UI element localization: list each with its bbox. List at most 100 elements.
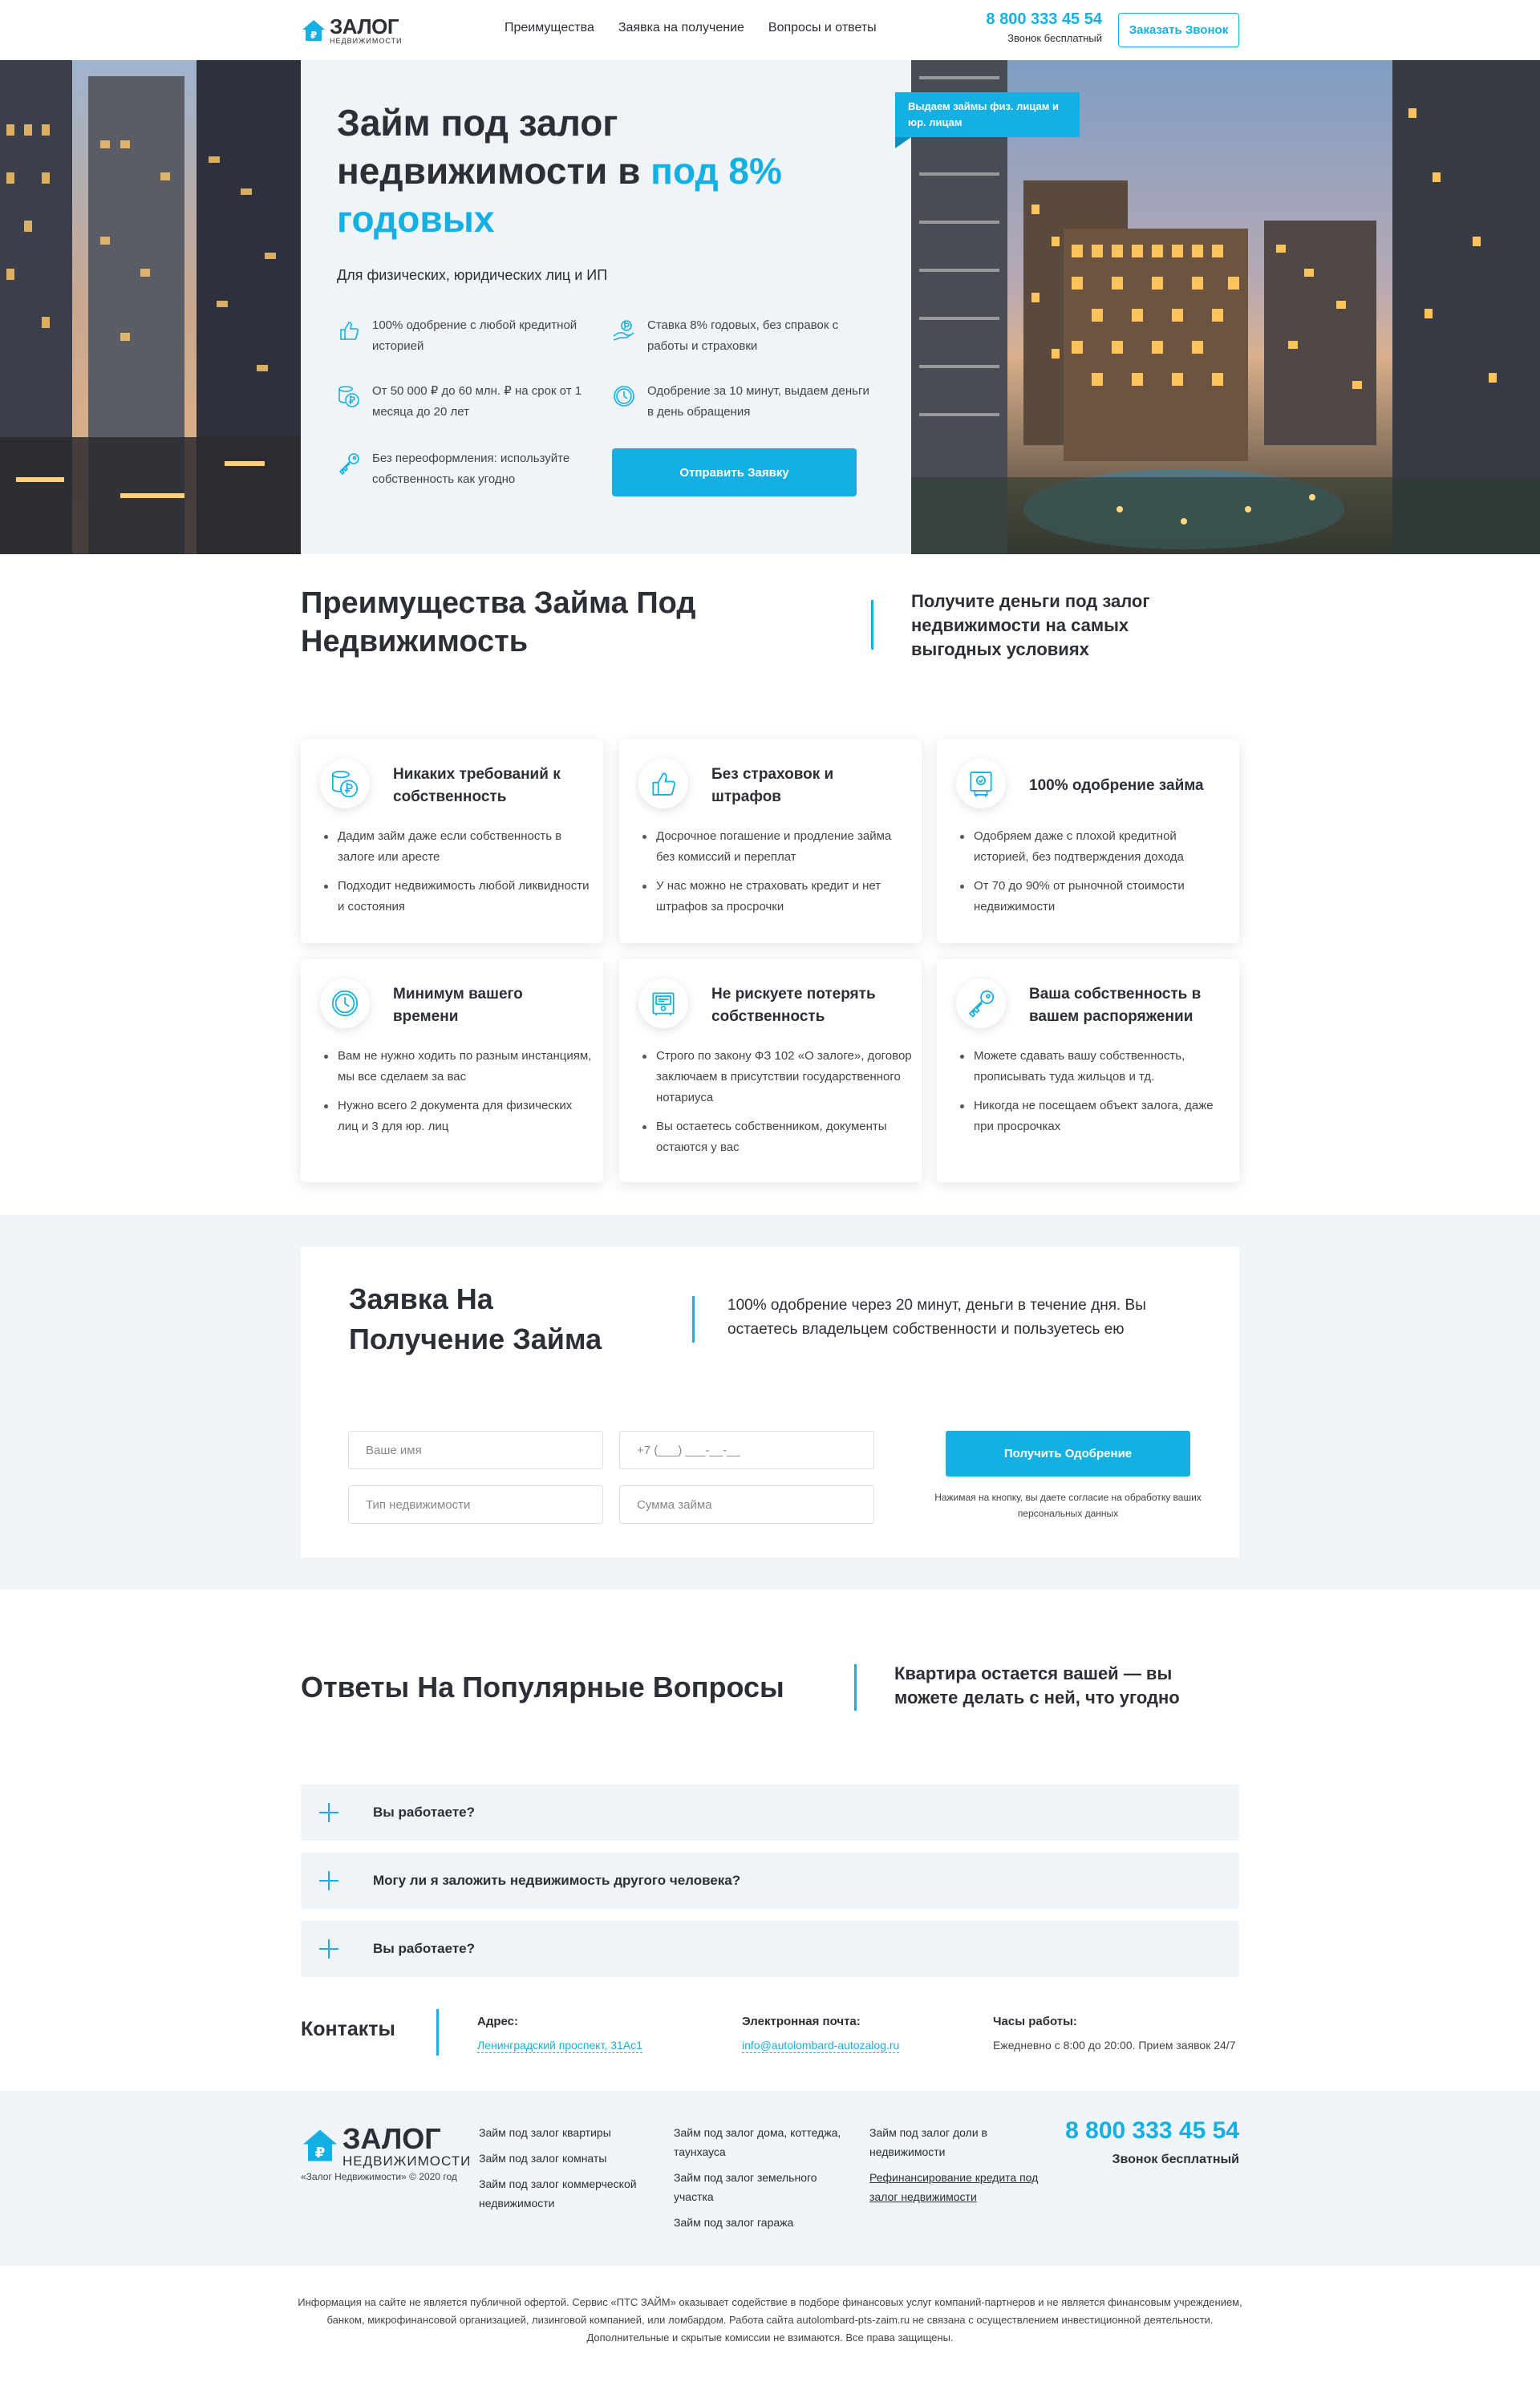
advantage-card: Ваша собственность в вашем распоряжении … (937, 959, 1239, 1182)
card-item: У нас можно не страховать кредит и нет ш… (639, 876, 912, 918)
send-application-button[interactable]: Отправить Заявку (612, 448, 857, 496)
divider (854, 1664, 857, 1711)
footer-phone: 8 800 333 45 54 Звонок бесплатный (1043, 2117, 1239, 2167)
city-photo-left (0, 60, 301, 554)
card-title: Никаких требований к собственность (393, 766, 561, 805)
plus-icon (318, 1801, 340, 1824)
footer-phone-note: Звонок бесплатный (1112, 2153, 1239, 2166)
property-type-input[interactable]: Тип недвижимости (348, 1485, 603, 1524)
advantages-side-text: Получите деньги под залог недвижимости н… (911, 591, 1150, 659)
get-approval-button[interactable]: Получить Одобрение (946, 1431, 1190, 1477)
phone-input[interactable]: +7 (___) ___-__-__ (619, 1431, 874, 1469)
card-list: Строго по закону ФЗ 102 «О залоге», дого… (639, 1046, 912, 1166)
card-item: Никогда не посещаем объект залога, даже … (957, 1096, 1230, 1137)
footer-logo-title: ЗАЛОГ (342, 2122, 441, 2155)
card-title: Не рискуете потерять собственность (711, 986, 876, 1025)
advantages-title: Преимущества Займа Под Недвижимость (301, 586, 696, 658)
phone-note: Звонок бесплатный (1007, 32, 1102, 44)
email-link[interactable]: info@autolombard-autozalog.ru (742, 2039, 900, 2053)
footer-link[interactable]: Займ под залог гаража (674, 2213, 850, 2232)
card-item: Нужно всего 2 документа для физических л… (321, 1096, 594, 1137)
logo[interactable]: ₽ ЗАЛОГ НЕДВИЖИМОСТИ (301, 14, 403, 47)
email-label: Электронная почта: (742, 2015, 861, 2028)
name-input[interactable]: Ваше имя (348, 1431, 603, 1469)
card-title: Без страховок и штрафов (711, 766, 834, 805)
hand-coin-icon (612, 318, 636, 342)
promo-flag: Выдаем займы физ. лицам и юр. лицам (895, 92, 1080, 148)
main-nav: Преимущества Заявка на получение Вопросы… (505, 21, 877, 35)
clock-icon (320, 978, 370, 1028)
feature-text: Одобрение за 10 минут, выдаем деньги в д… (647, 384, 869, 419)
card-item: От 70 до 90% от рыночной стоимости недви… (957, 876, 1230, 918)
card-item: Можете сдавать вашу собственность, пропи… (957, 1046, 1230, 1088)
hero-feature: 100% одобрение с любой кредитной историе… (337, 315, 602, 357)
card-item: Строго по закону ФЗ 102 «О залоге», дого… (639, 1046, 912, 1108)
faq-question: Вы работаете? (373, 1805, 475, 1820)
faq-item[interactable]: Вы работаете? (301, 1921, 1239, 1977)
footer-link[interactable]: Займ под залог комнаты (479, 2149, 655, 2168)
faq-side-text: Квартира остается вашей — вы можете дела… (894, 1663, 1180, 1708)
advantage-card: Минимум вашего времени Вам не нужно ходи… (301, 959, 603, 1182)
site-header: ₽ ЗАЛОГ НЕДВИЖИМОСТИ Преимущества Заявка… (0, 0, 1540, 60)
faq-question: Вы работаете? (373, 1941, 475, 1956)
footer-logo-subtitle: НЕДВИЖИМОСТИ (342, 2153, 472, 2169)
faq-item[interactable]: Вы работаете? (301, 1784, 1239, 1841)
hero-card: Займ под залог недвижимости в под 8% год… (301, 60, 911, 554)
house-icon: ₽ (301, 2127, 339, 2168)
footer-link[interactable]: Займ под залог доли в недвижимости (869, 2123, 1046, 2161)
card-list: Одобряем даже с плохой кредитной историе… (957, 826, 1230, 926)
hero: Займ под залог недвижимости в под 8% год… (0, 60, 1540, 554)
advantage-card: Никаких требований к собственность Дадим… (301, 739, 603, 943)
loan-amount-input[interactable]: Сумма займа (619, 1485, 874, 1524)
divider (871, 600, 873, 650)
svg-text:₽: ₽ (310, 30, 317, 41)
faq-item[interactable]: Могу ли я заложить недвижимость другого … (301, 1853, 1239, 1909)
clock-icon (612, 384, 636, 408)
card-item: Досрочное погашение и продление займа бе… (639, 826, 912, 868)
footer-link[interactable]: Займ под залог коммерческой недвижимости (479, 2174, 655, 2213)
card-item: Вам не нужно ходить по разным инстанциям… (321, 1046, 594, 1088)
card-list: Досрочное погашение и продление займа бе… (639, 826, 912, 926)
nav-faq[interactable]: Вопросы и ответы (768, 21, 877, 35)
address-link[interactable]: Ленинградский проспект, 31Ас1 (477, 2039, 642, 2053)
faq-title: Ответы На Популярные Вопросы (301, 1671, 784, 1703)
key-icon (956, 978, 1006, 1028)
order-call-button[interactable]: Заказать Звонок (1118, 13, 1239, 47)
card-list: Вам не нужно ходить по разным инстанциям… (321, 1046, 594, 1145)
divider (692, 1296, 695, 1343)
safe-icon (638, 978, 688, 1028)
hours-text: Ежедневно с 8:00 до 20:00. Прием заявок … (993, 2039, 1236, 2052)
nav-application[interactable]: Заявка на получение (618, 21, 744, 35)
hours-label: Часы работы: (993, 2015, 1077, 2028)
advantage-card: Не рискуете потерять собственность Строг… (619, 959, 922, 1182)
card-title: 100% одобрение займа (1029, 777, 1204, 794)
feature-text: От 50 000 ₽ до 60 млн. ₽ на срок от 1 ме… (372, 384, 582, 419)
address-label: Адрес: (477, 2015, 518, 2028)
nav-advantages[interactable]: Преимущества (505, 21, 594, 35)
card-list: Можете сдавать вашу собственность, пропи… (957, 1046, 1230, 1145)
coins-icon (320, 759, 370, 808)
house-icon: ₽ (301, 18, 326, 43)
footer-link[interactable]: Рефинансирование кредита под залог недви… (869, 2168, 1046, 2206)
card-title: Минимум вашего времени (393, 986, 523, 1025)
hero-title-main: Займ под залог недвижимости в (337, 102, 641, 192)
key-icon (337, 452, 361, 476)
footer-link[interactable]: Займ под залог квартиры (479, 2123, 655, 2142)
card-title: Ваша собственность в вашем распоряжении (1029, 986, 1202, 1025)
copyright: «Залог Недвижимости» © 2020 год (301, 2171, 457, 2182)
footer-link[interactable]: Займ под залог земельного участка (674, 2168, 850, 2206)
footer-link[interactable]: Займ под залог дома, коттеджа, таунхауса (674, 2123, 850, 2161)
footer-phone-number[interactable]: 8 800 333 45 54 (1043, 2117, 1239, 2145)
plus-icon (318, 1938, 340, 1960)
application-form: Заявка На Получение Займа 100% одобрение… (301, 1247, 1239, 1558)
logo-subtitle: НЕДВИЖИМОСТИ (330, 37, 403, 45)
card-item: Подходит недвижимость любой ликвидности … (321, 876, 594, 918)
footer-logo[interactable]: ₽ ЗАЛОГ НЕДВИЖИМОСТИ (301, 2125, 471, 2169)
thumbs-up-icon (337, 318, 361, 342)
hero-feature: Ставка 8% годовых, без справок с работы … (612, 315, 877, 357)
phone-number[interactable]: 8 800 333 45 54 (986, 10, 1102, 29)
consent-note: Нажимая на кнопку, вы даете согласие на … (934, 1492, 1202, 1519)
advantage-card: Без страховок и штрафов Досрочное погаше… (619, 739, 922, 943)
hero-feature: От 50 000 ₽ до 60 млн. ₽ на срок от 1 ме… (337, 381, 602, 423)
card-item: Вы остаетесь собственником, документы ос… (639, 1116, 912, 1158)
